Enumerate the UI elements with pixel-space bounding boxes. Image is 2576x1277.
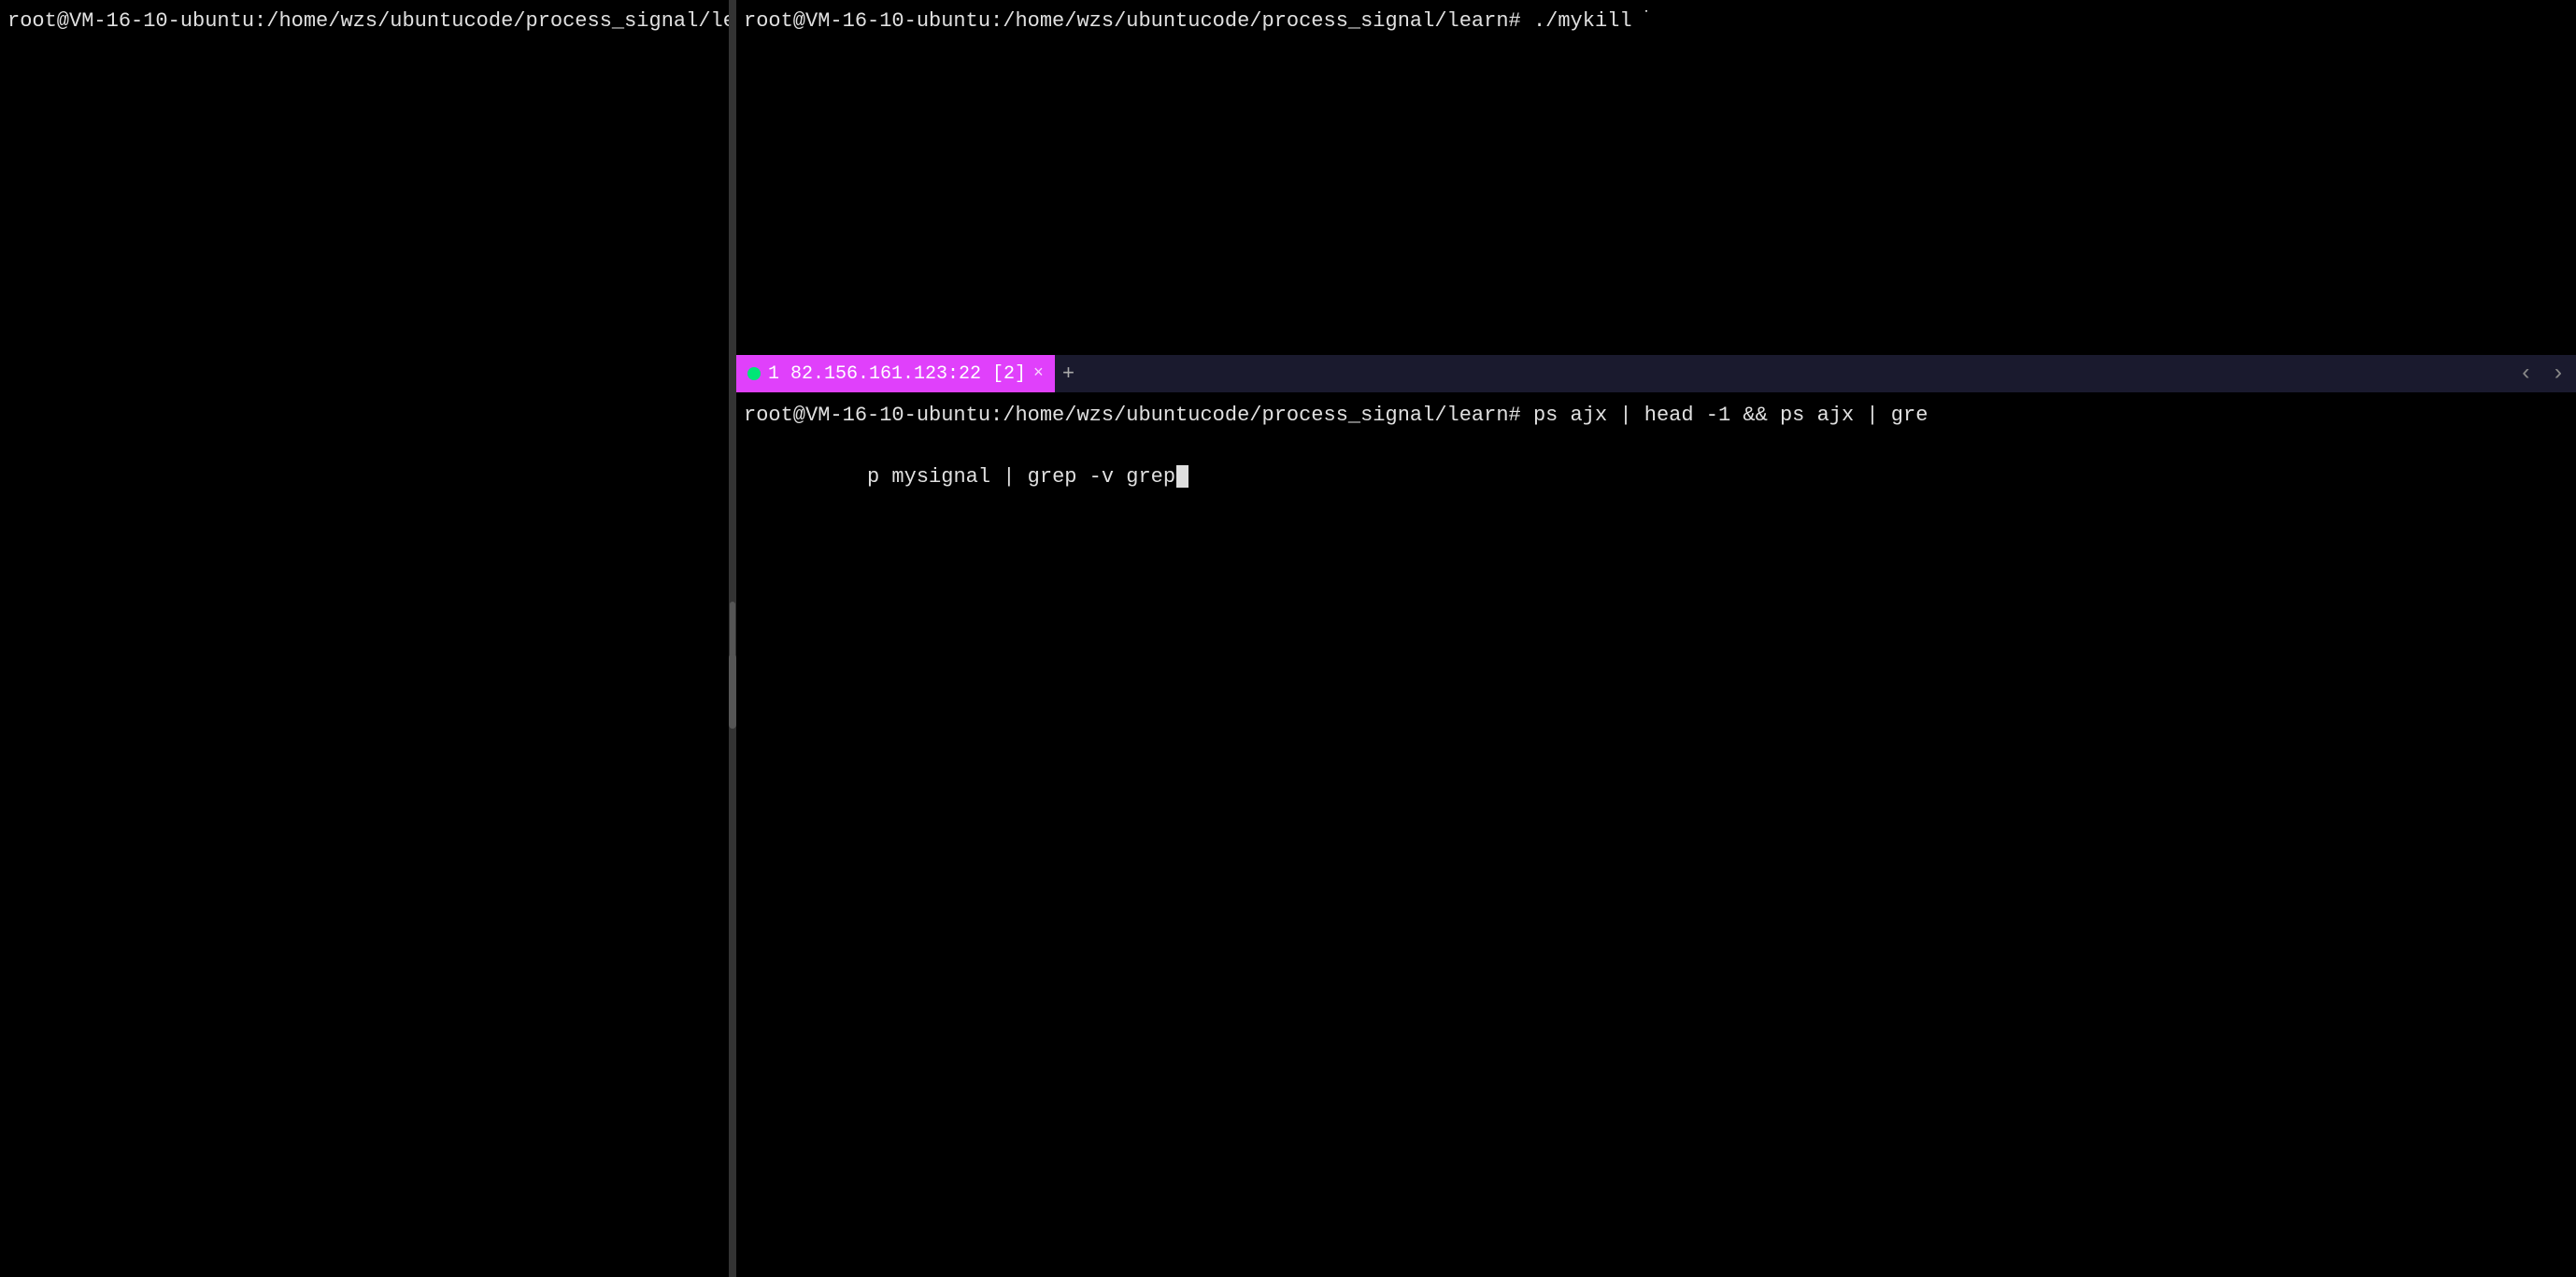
tmux-prompt-line-2-text: p mysignal | grep -v grep	[867, 465, 1175, 489]
tmux-statusbar: 1 82.156.161.123:22 [2] × + ‹ ›	[736, 355, 2576, 392]
tmux-tab-close-button[interactable]: ×	[1033, 364, 1044, 383]
tmux-statusbar-left: 1 82.156.161.123:22 [2] × +	[736, 355, 1082, 392]
tmux-cursor	[1176, 465, 1188, 488]
tmux-tab-1[interactable]: 1 82.156.161.123:22 [2] ×	[736, 355, 1055, 392]
right-pane: root@VM-16-10-ubuntu:/home/wzs/ubuntucod…	[736, 0, 2576, 1277]
tmux-tab-label: 1 82.156.161.123:22 [2]	[768, 363, 1026, 385]
left-terminal-pane[interactable]: root@VM-16-10-ubuntu:/home/wzs/ubuntucod…	[0, 0, 729, 1277]
right-top-prompt-text: root@VM-16-10-ubuntu:/home/wzs/ubuntucod…	[744, 9, 1644, 33]
tmux-arrow-right[interactable]: ›	[2552, 362, 2565, 387]
right-top-terminal[interactable]: root@VM-16-10-ubuntu:/home/wzs/ubuntucod…	[736, 0, 2576, 355]
right-top-cursor: ▌	[1645, 10, 1647, 31]
tmux-terminal-content[interactable]: root@VM-16-10-ubuntu:/home/wzs/ubuntucod…	[736, 392, 2576, 1277]
tmux-bottom-pane: 1 82.156.161.123:22 [2] × + ‹ › root@VM-…	[736, 355, 2576, 1277]
right-top-prompt-line: root@VM-16-10-ubuntu:/home/wzs/ubuntucod…	[744, 7, 1647, 36]
tmux-statusbar-right: ‹ ›	[2519, 362, 2576, 387]
pane-divider[interactable]	[729, 0, 736, 1277]
scroll-indicator	[729, 654, 736, 729]
tmux-prompt-line-1: root@VM-16-10-ubuntu:/home/wzs/ubuntucod…	[744, 400, 2569, 431]
tmux-arrow-left[interactable]: ‹	[2519, 362, 2532, 387]
terminal-screen: root@VM-16-10-ubuntu:/home/wzs/ubuntucod…	[0, 0, 2576, 1277]
tmux-prompt-line-2: p mysignal | grep -v grep	[744, 431, 2569, 523]
tmux-tab-active-dot	[747, 367, 761, 380]
tmux-add-tab-button[interactable]: +	[1055, 362, 1082, 386]
